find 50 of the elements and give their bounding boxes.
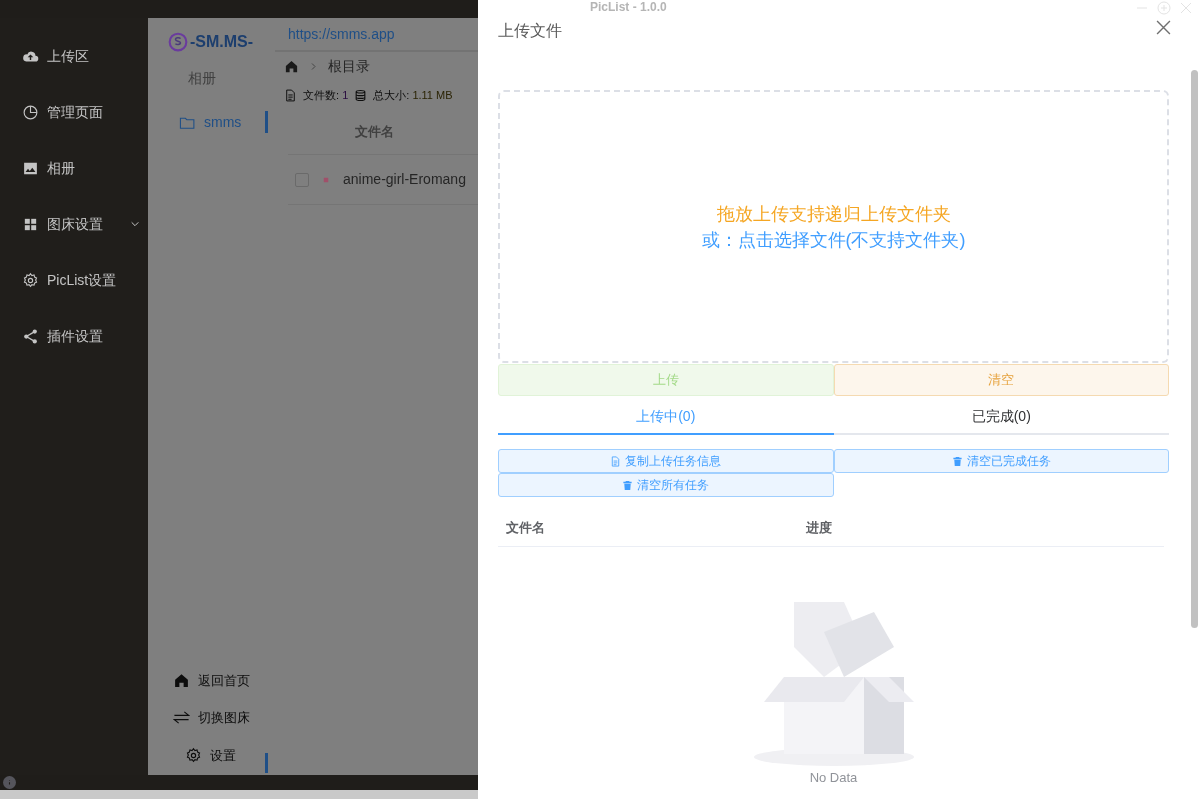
file-name: anime-girl-Eromang (343, 170, 466, 189)
footer-link[interactable]: 切换图床 (173, 708, 275, 728)
column-header: 文件名 (506, 518, 546, 537)
document-icon (284, 88, 297, 102)
close-button[interactable] (1156, 20, 1171, 35)
file-count: 文件数: 1 (303, 87, 349, 103)
home-icon (284, 58, 299, 74)
album-heading: 相册 (187, 69, 217, 88)
task-button[interactable]: 清空已完成任务 (833, 449, 1169, 473)
url-text[interactable]: https://smms.app (288, 23, 395, 45)
close-icon (1156, 20, 1171, 35)
column-header: 文件名 (355, 123, 394, 142)
database-icon (354, 88, 368, 102)
footer-link[interactable]: 返回首页 (173, 670, 275, 690)
sidebar-item[interactable]: 相册 (0, 140, 148, 196)
breadcrumb-item[interactable]: 根目录 (328, 55, 370, 77)
empty-text: No Data (809, 769, 858, 787)
column-header: 进度 (806, 518, 832, 537)
sidebar-item[interactable]: 管理页面 (0, 84, 148, 140)
settings-icon (185, 746, 202, 764)
window-title: PicList - 1.0.0 (590, 0, 667, 15)
trash-icon (951, 455, 963, 467)
tab[interactable]: 已完成(0) (833, 399, 1169, 435)
share-icon (22, 327, 39, 345)
chevron-down-icon (130, 219, 140, 229)
home-icon (173, 671, 190, 689)
document-icon (610, 455, 622, 467)
scroll-thumb (265, 753, 268, 773)
settings-icon (22, 271, 39, 289)
select-files-link[interactable]: 或：点击选择文件(不支持文件夹) (701, 226, 966, 253)
drawer-title: 上传文件 (498, 21, 562, 41)
sidebar-item[interactable]: 插件设置 (0, 308, 148, 364)
thumbnail-icon (323, 176, 329, 183)
chevron-right-icon (309, 61, 318, 71)
sidebar-item[interactable]: PicList设置 (0, 252, 148, 308)
pie-chart-icon (22, 103, 39, 121)
trash-icon (622, 479, 634, 491)
logo-text: -SM.MS- (190, 32, 254, 52)
footer-link[interactable]: 设置 (173, 745, 275, 765)
action-button[interactable]: 清空 (833, 364, 1169, 396)
close-icon[interactable] (1179, 1, 1193, 15)
tab[interactable]: 上传中(0) (498, 399, 834, 435)
task-button[interactable]: 清空所有任务 (498, 473, 834, 497)
sidebar-item[interactable]: 图床设置 (0, 196, 148, 252)
drop-hint: 拖放上传支持递归上传文件夹 (716, 202, 951, 226)
sidebar-item[interactable]: 上传区 (0, 28, 148, 84)
total-size: 总大小: 1.11 MB (373, 87, 453, 103)
logo-icon (168, 32, 188, 52)
album-item[interactable]: smms (148, 111, 268, 133)
task-button[interactable]: 复制上传任务信息 (498, 449, 834, 473)
